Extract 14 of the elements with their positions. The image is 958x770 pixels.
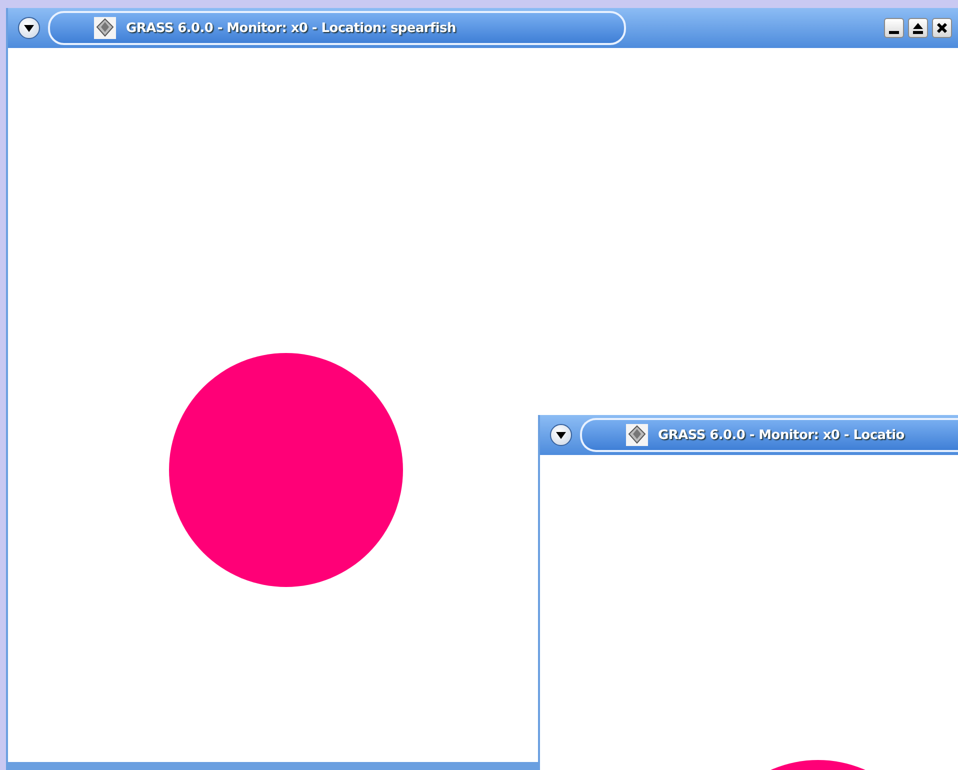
window-menu-button[interactable] xyxy=(550,424,572,446)
window-title: GRASS 6.0.0 - Monitor: x0 - Location: spearfish xyxy=(126,20,456,36)
down-arrow-icon xyxy=(556,432,566,438)
window-menu-button[interactable] xyxy=(18,17,40,39)
window-title: GRASS 6.0.0 - Monitor: x0 - Locatio xyxy=(658,428,904,442)
app-logo-icon xyxy=(94,17,116,39)
maximize-icon xyxy=(912,22,924,34)
down-arrow-icon xyxy=(24,24,34,32)
minimize-icon xyxy=(889,31,899,34)
close-icon xyxy=(936,22,948,34)
close-button[interactable] xyxy=(932,18,952,38)
minimize-button[interactable] xyxy=(884,18,904,38)
app-logo-icon xyxy=(626,424,648,446)
maximize-button[interactable] xyxy=(908,18,928,38)
